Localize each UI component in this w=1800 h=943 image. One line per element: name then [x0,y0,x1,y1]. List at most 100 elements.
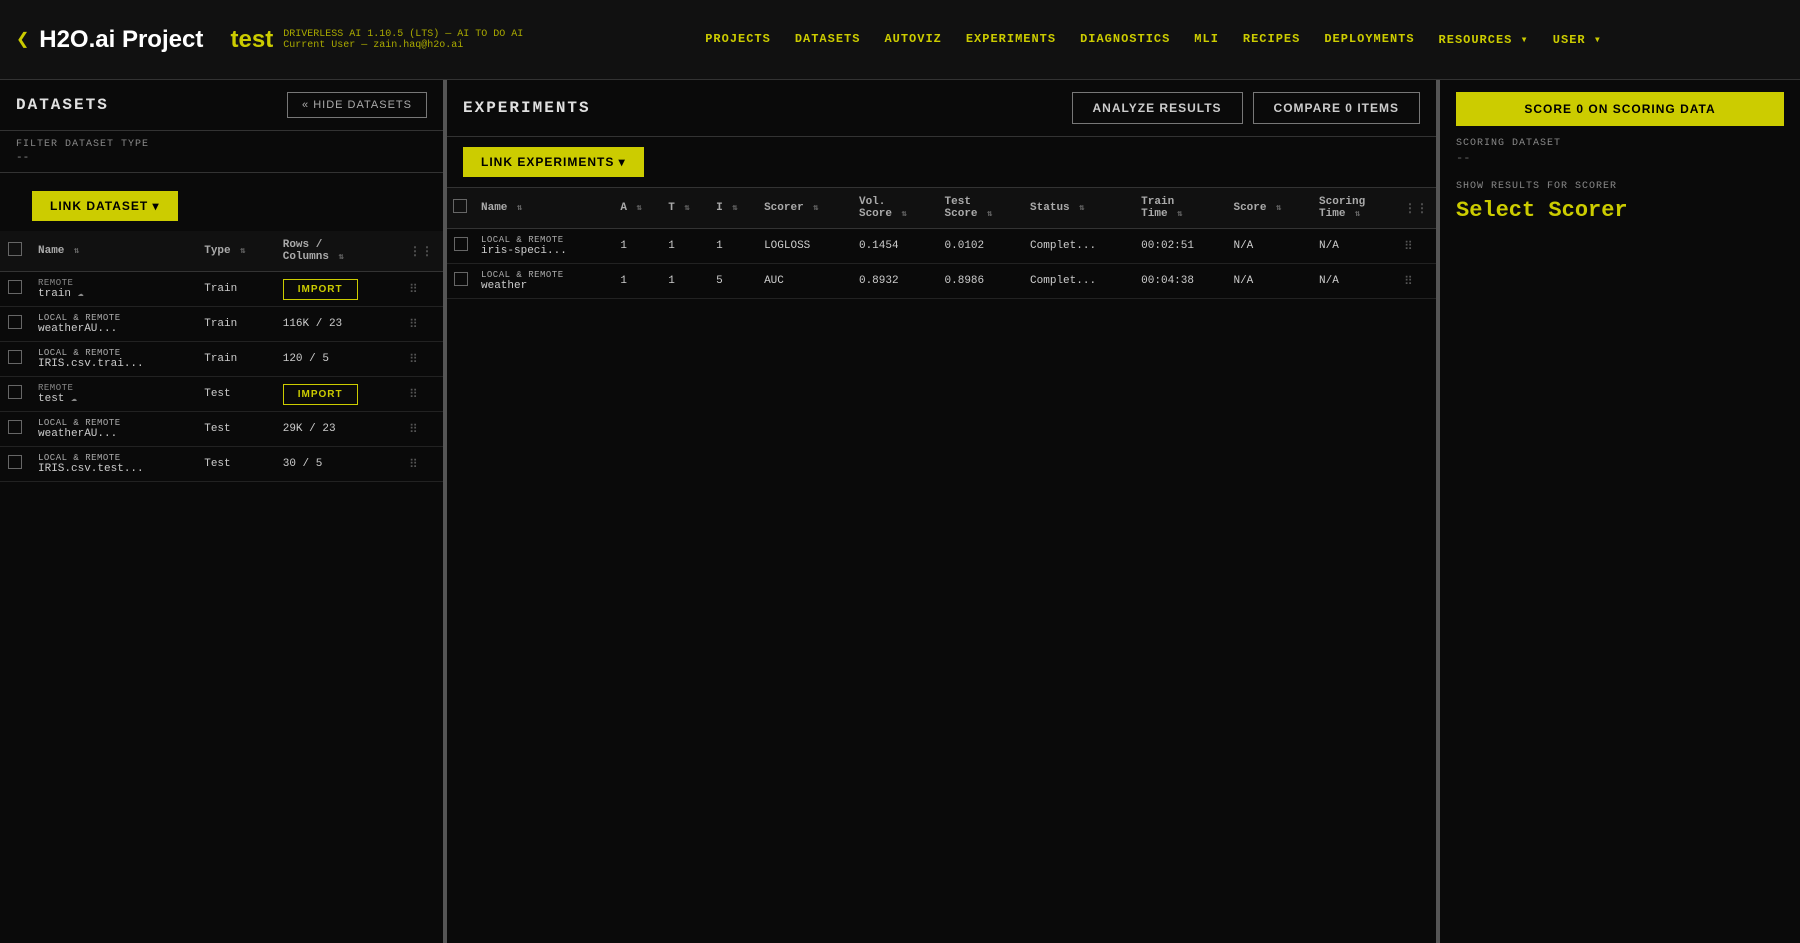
dataset-options-icon-3[interactable]: ⠿ [407,386,420,404]
hide-datasets-button[interactable]: « HIDE DATASETS [287,92,427,118]
import-button-0[interactable]: IMPORT [283,279,358,300]
test-score-label: TestScore [945,196,978,220]
datasets-tbody: REMOTE train ☁ Train IMPORT ⠿ LOCAL & RE… [0,272,443,482]
exp-badge: LOCAL & REMOTE [481,235,608,245]
experiments-title: EXPERIMENTS [463,99,591,117]
compare-items-button[interactable]: COMPARE 0 ITEMS [1253,92,1420,124]
exp-options-icon-1[interactable]: ⠿ [1402,273,1415,291]
exp-t-header[interactable]: T ⇅ [662,188,710,229]
dataset-type: Test [204,388,230,400]
dataset-name-cell: REMOTE test ☁ [30,377,196,412]
experiments-table: Name ⇅ A ⇅ T ⇅ I ⇅ [447,188,1436,299]
nav-link-datasets[interactable]: DATASETS [795,32,861,47]
nav-link-recipes[interactable]: RECIPES [1243,32,1300,47]
exp-name-header[interactable]: Name ⇅ [475,188,614,229]
dataset-options-icon-5[interactable]: ⠿ [407,456,420,474]
exp-checkbox-1[interactable] [454,272,468,286]
dataset-rows-cols-cell: IMPORT [275,272,399,307]
exp-checkbox-cell [447,229,475,264]
dataset-checkbox-1[interactable] [8,315,22,329]
dataset-row: LOCAL & REMOTE IRIS.csv.test... Test 30 … [0,447,443,482]
dataset-options-icon-1[interactable]: ⠿ [407,316,420,334]
dataset-name[interactable]: IRIS.csv.test... [38,463,144,475]
options-grid-icon[interactable]: ⋮⋮ [407,243,435,261]
exp-checkbox-0[interactable] [454,237,468,251]
exp-name-cell: LOCAL & REMOTE weather [475,264,614,299]
dataset-type: Train [204,283,237,295]
dataset-checkbox-4[interactable] [8,420,22,434]
exp-train-time-header[interactable]: TrainTime ⇅ [1135,188,1227,229]
dataset-name[interactable]: test ☁ [38,393,77,405]
dataset-checkbox-5[interactable] [8,455,22,469]
select-scorer-dropdown[interactable]: Select Scorer [1456,198,1784,223]
rows-cols-label: Rows /Columns [283,239,329,263]
exp-scorer-cell: LOGLOSS [758,229,853,264]
exp-scoring-time-header[interactable]: ScoringTime ⇅ [1313,188,1396,229]
exp-status-cell: Complet... [1024,229,1135,264]
nav-link-user[interactable]: USER ▾ [1553,32,1602,47]
exp-vol-score-header[interactable]: Vol.Score ⇅ [853,188,939,229]
logo-subtitle: DRIVERLESS AI 1.10.5 (LTS) — AI TO DO AI… [283,29,523,51]
dataset-rows-cols-cell: 30 / 5 [275,447,399,482]
exp-t-sort-icon: ⇅ [684,203,689,213]
dataset-name-cell: LOCAL & REMOTE IRIS.csv.trai... [30,342,196,377]
dataset-checkbox-cell [0,447,30,482]
score-on-scoring-data-button[interactable]: SCORE 0 ON SCORING DATA [1456,92,1784,126]
dataset-name[interactable]: IRIS.csv.trai... [38,358,144,370]
dataset-checkbox-0[interactable] [8,280,22,294]
exp-i-header[interactable]: I ⇅ [710,188,758,229]
scoring-dataset-label: SCORING DATASET [1456,138,1784,149]
dataset-row: LOCAL & REMOTE weatherAU... Train 116K /… [0,307,443,342]
datasets-options-header: ⋮⋮ [399,231,443,272]
datasets-select-all-checkbox[interactable] [8,242,22,256]
nav-link-experiments[interactable]: EXPERIMENTS [966,32,1056,47]
exp-a-header[interactable]: A ⇅ [614,188,662,229]
nav-link-autoviz[interactable]: AUTOVIZ [884,32,941,47]
exp-select-all-checkbox[interactable] [453,199,467,213]
dataset-options-icon-0[interactable]: ⠿ [407,281,420,299]
exp-vol-sort-icon: ⇅ [902,209,907,219]
dataset-grid-cell: ⠿ [399,377,443,412]
exp-test-score-header[interactable]: TestScore ⇅ [939,188,1025,229]
dataset-badge: REMOTE [38,383,188,393]
exp-train-time-cell: 00:04:38 [1135,264,1227,299]
exp-options-grid-icon[interactable]: ⋮⋮ [1402,200,1430,218]
dataset-options-icon-2[interactable]: ⠿ [407,351,420,369]
import-button-3[interactable]: IMPORT [283,384,358,405]
link-experiments-button[interactable]: LINK EXPERIMENTS ▾ [463,147,644,177]
scoring-panel: SCORE 0 ON SCORING DATA SCORING DATASET … [1440,80,1800,943]
nav-link-projects[interactable]: PROJECTS [705,32,771,47]
exp-scorer-header[interactable]: Scorer ⇅ [758,188,853,229]
nav-link-diagnostics[interactable]: DIAGNOSTICS [1080,32,1170,47]
exp-vol-score-cell: 0.8932 [853,264,939,299]
exp-name[interactable]: iris-speci... [481,245,567,257]
dataset-name[interactable]: train ☁ [38,288,84,300]
dataset-name[interactable]: weatherAU... [38,428,117,440]
dataset-checkbox-3[interactable] [8,385,22,399]
dataset-checkbox-2[interactable] [8,350,22,364]
link-dataset-button[interactable]: LINK DATASET ▾ [32,191,178,221]
experiments-toolbar: LINK EXPERIMENTS ▾ [447,137,1436,188]
train-time-label: TrainTime [1141,196,1174,220]
datasets-name-header[interactable]: Name ⇅ [30,231,196,272]
datasets-type-header[interactable]: Type ⇅ [196,231,275,272]
dataset-row: REMOTE train ☁ Train IMPORT ⠿ [0,272,443,307]
experiments-actions: ANALYZE RESULTS COMPARE 0 ITEMS [1072,92,1420,124]
main-area: DATASETS « HIDE DATASETS FILTER DATASET … [0,80,1800,943]
dataset-name[interactable]: weatherAU... [38,323,117,335]
dataset-type-cell: Train [196,272,275,307]
exp-badge: LOCAL & REMOTE [481,270,608,280]
analyze-results-button[interactable]: ANALYZE RESULTS [1072,92,1243,124]
exp-name[interactable]: weather [481,280,527,292]
datasets-rows-cols-header[interactable]: Rows /Columns ⇅ [275,231,399,272]
exp-status-header[interactable]: Status ⇅ [1024,188,1135,229]
nav-link-mli[interactable]: MLI [1194,32,1219,47]
exp-options-icon-0[interactable]: ⠿ [1402,238,1415,256]
datasets-table-wrap: Name ⇅ Type ⇅ Rows /Columns ⇅ ⋮⋮ [0,231,443,943]
exp-score-header[interactable]: Score ⇅ [1227,188,1313,229]
nav-link-deployments[interactable]: DEPLOYMENTS [1324,32,1414,47]
dataset-options-icon-4[interactable]: ⠿ [407,421,420,439]
nav-link-resources[interactable]: RESOURCES ▾ [1439,32,1529,47]
scoring-dataset-value: -- [1456,151,1784,165]
exp-test-sort-icon: ⇅ [987,209,992,219]
